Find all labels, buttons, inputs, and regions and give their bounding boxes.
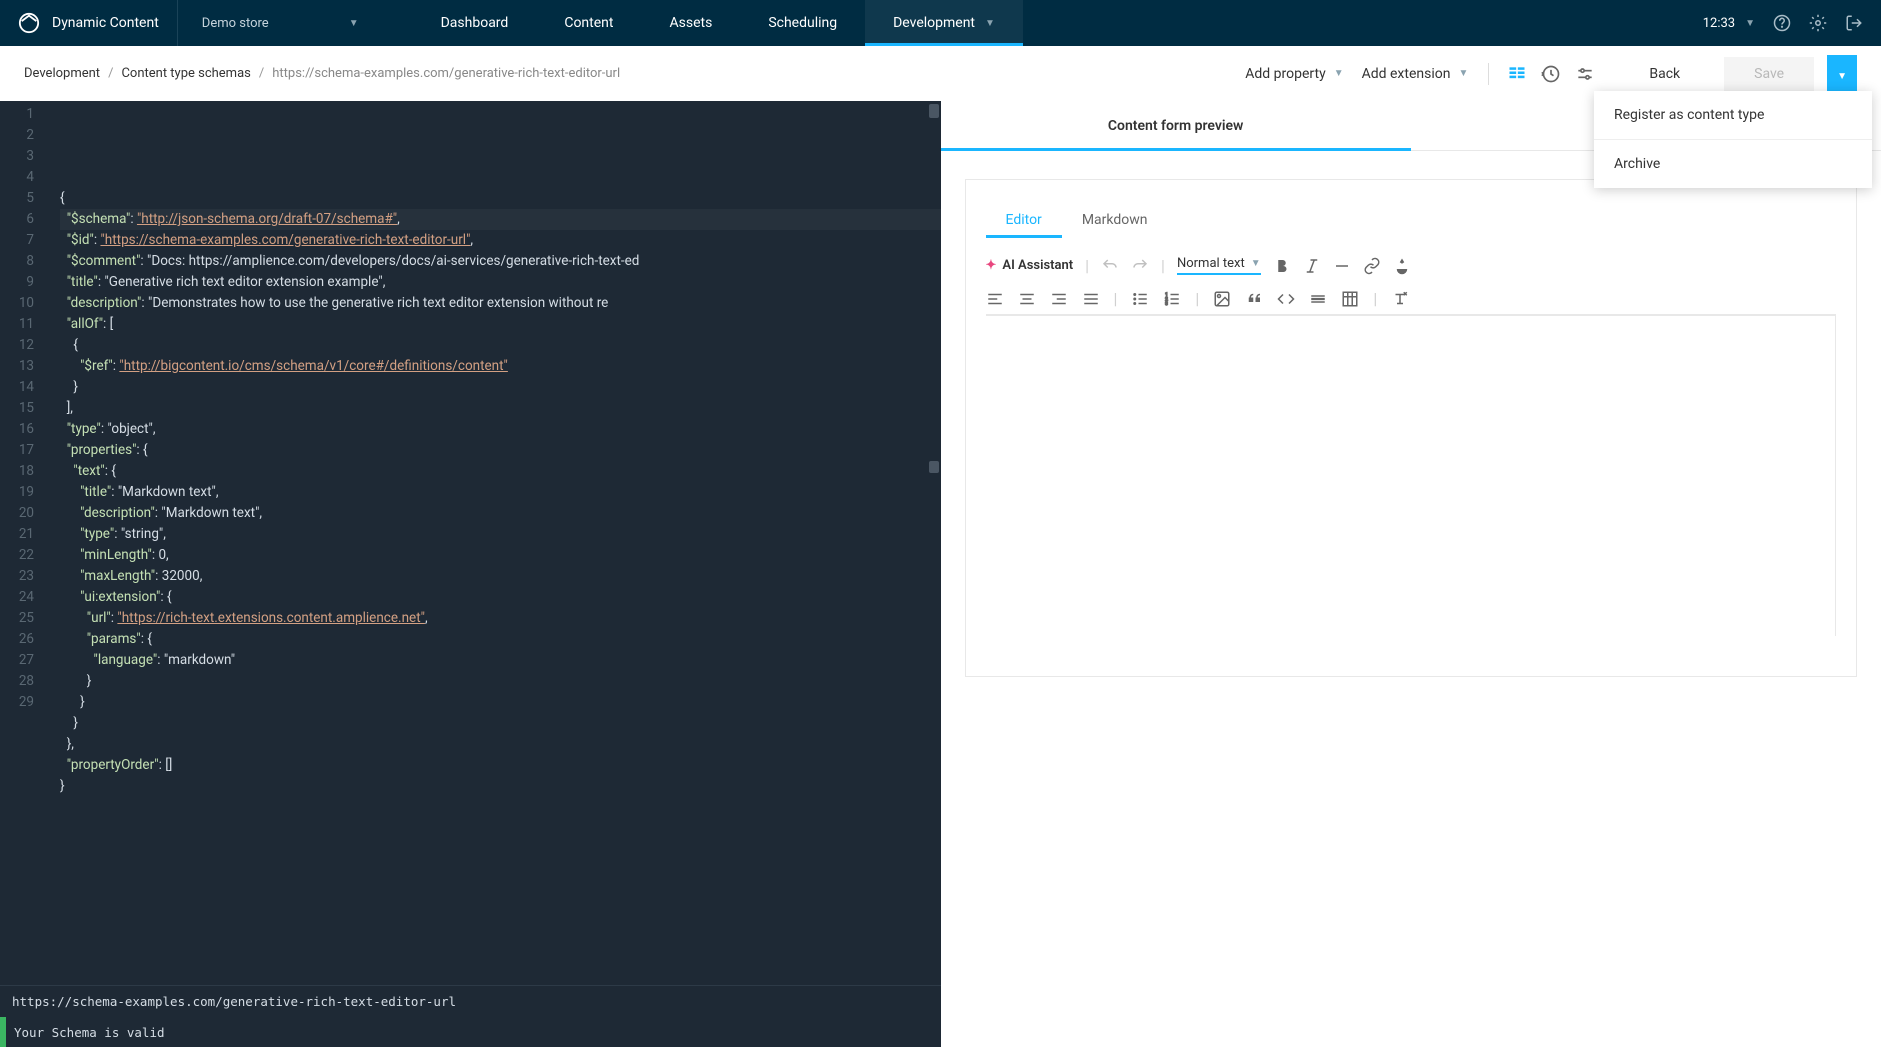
strikethrough-icon[interactable]: [1333, 257, 1351, 275]
chevron-down-icon: ▼: [1837, 71, 1847, 82]
schema-id-footer: https://schema-examples.com/generative-r…: [0, 986, 941, 1017]
numbered-list-icon[interactable]: 123: [1163, 290, 1181, 308]
settings-sliders-icon[interactable]: [1575, 64, 1595, 84]
preview-body: Editor Markdown ✦ AI Assistant | | Norma…: [941, 151, 1881, 1047]
top-right: 12:33 ▼: [1703, 14, 1881, 32]
code-content[interactable]: { "$schema": "http://json-schema.org/dra…: [46, 101, 941, 985]
rt-tab-editor[interactable]: Editor: [986, 202, 1062, 238]
store-selector[interactable]: Demo store ▼: [177, 0, 383, 46]
add-property-button[interactable]: Add property ▼: [1243, 62, 1345, 86]
undo-icon[interactable]: [1101, 257, 1119, 275]
chevron-down-icon: ▼: [985, 18, 995, 29]
align-center-icon[interactable]: [1018, 290, 1036, 308]
app-name: Dynamic Content: [52, 15, 159, 31]
rich-text-tabs: Editor Markdown: [986, 202, 1837, 238]
chevron-down-icon: ▼: [1745, 18, 1755, 29]
rt-tab-markdown[interactable]: Markdown: [1062, 202, 1168, 238]
logout-icon[interactable]: [1845, 14, 1863, 32]
rich-text-field-card: Editor Markdown ✦ AI Assistant | | Norma…: [965, 179, 1858, 677]
editor-footer: https://schema-examples.com/generative-r…: [0, 985, 941, 1047]
nav-scheduling[interactable]: Scheduling: [740, 0, 865, 46]
redo-icon[interactable]: [1131, 257, 1149, 275]
validation-status: Your Schema is valid: [0, 1017, 941, 1047]
rich-text-content-area[interactable]: [986, 316, 1837, 636]
code-icon[interactable]: [1277, 290, 1295, 308]
line-gutter: 1234567891011121314151617181920212223242…: [0, 101, 46, 985]
breadcrumb-root[interactable]: Development: [24, 66, 100, 81]
align-left-icon[interactable]: [986, 290, 1004, 308]
save-dropdown-button[interactable]: ▼: [1827, 55, 1857, 92]
anchor-icon[interactable]: [1393, 257, 1411, 275]
quote-icon[interactable]: [1245, 290, 1263, 308]
preview-pane: Content form preview Definitions Editor …: [941, 101, 1881, 1047]
chevron-down-icon: ▼: [1251, 258, 1261, 269]
rich-text-toolbar: ✦ AI Assistant | | Normal text ▼: [986, 252, 1837, 283]
panel-layout-icon[interactable]: [1507, 64, 1527, 84]
code-editor[interactable]: 1234567891011121314151617181920212223242…: [0, 101, 941, 985]
nav-dashboard[interactable]: Dashboard: [413, 0, 537, 46]
menu-archive[interactable]: Archive: [1594, 140, 1872, 188]
help-icon[interactable]: [1773, 14, 1791, 32]
rich-text-toolbar-2: | 123 | |: [986, 283, 1837, 316]
logo-area: Dynamic Content: [0, 12, 177, 34]
format-select[interactable]: Normal text ▼: [1177, 256, 1261, 275]
history-icon[interactable]: [1541, 64, 1561, 84]
scroll-marker: [929, 461, 939, 473]
top-bar: Dynamic Content Demo store ▼ Dashboard C…: [0, 0, 1881, 46]
clock[interactable]: 12:33 ▼: [1703, 16, 1755, 31]
sub-actions: Add property ▼ Add extension ▼ Back Save…: [1243, 55, 1857, 92]
top-nav: Dashboard Content Assets Scheduling Deve…: [413, 0, 1023, 46]
chevron-down-icon: ▼: [1458, 68, 1468, 79]
svg-text:3: 3: [1166, 301, 1169, 307]
breadcrumb: Development / Content type schemas / htt…: [24, 66, 620, 81]
table-icon[interactable]: [1341, 290, 1359, 308]
ai-assistant-button[interactable]: ✦ AI Assistant: [986, 258, 1074, 273]
app-logo-icon: [18, 12, 40, 34]
menu-register-content-type[interactable]: Register as content type: [1594, 91, 1872, 140]
breadcrumb-current: https://schema-examples.com/generative-r…: [272, 66, 620, 81]
save-button[interactable]: Save: [1724, 57, 1814, 91]
link-icon[interactable]: [1363, 257, 1381, 275]
code-editor-pane: 1234567891011121314151617181920212223242…: [0, 101, 941, 1047]
align-right-icon[interactable]: [1050, 290, 1068, 308]
sparkle-icon: ✦: [986, 258, 997, 273]
bold-icon[interactable]: [1273, 257, 1291, 275]
settings-icon[interactable]: [1809, 14, 1827, 32]
chevron-down-icon: ▼: [1334, 68, 1344, 79]
italic-icon[interactable]: [1303, 257, 1321, 275]
image-icon[interactable]: [1213, 290, 1231, 308]
nav-development[interactable]: Development ▼: [865, 0, 1023, 46]
save-context-menu: Register as content type Archive: [1594, 91, 1872, 188]
scroll-marker: [929, 104, 939, 118]
store-name: Demo store: [202, 16, 269, 31]
horizontal-rule-icon[interactable]: [1309, 290, 1327, 308]
tab-content-form-preview[interactable]: Content form preview: [941, 101, 1411, 150]
nav-content[interactable]: Content: [536, 0, 641, 46]
chevron-down-icon: ▼: [349, 18, 359, 29]
add-extension-button[interactable]: Add extension ▼: [1360, 62, 1471, 86]
nav-assets[interactable]: Assets: [641, 0, 740, 46]
bullet-list-icon[interactable]: [1131, 290, 1149, 308]
main-content: 1234567891011121314151617181920212223242…: [0, 101, 1881, 1047]
align-justify-icon[interactable]: [1082, 290, 1100, 308]
back-button[interactable]: Back: [1619, 58, 1710, 90]
breadcrumb-schemas[interactable]: Content type schemas: [121, 66, 250, 81]
clear-format-icon[interactable]: [1391, 290, 1409, 308]
